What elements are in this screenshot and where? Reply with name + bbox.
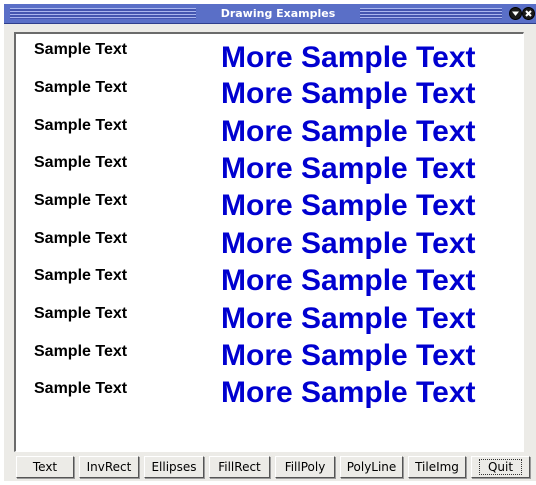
ellipses-button[interactable]: Ellipses <box>144 456 204 478</box>
sample-text: Sample Text <box>34 192 128 209</box>
sample-text: Sample Text <box>34 154 128 171</box>
sample-text: Sample Text <box>34 267 128 284</box>
sample-text: Sample Text <box>34 41 128 58</box>
close-icon[interactable] <box>522 7 535 20</box>
tileimg-button[interactable]: TileImg <box>408 456 466 478</box>
more-sample-text: More Sample Text <box>221 77 476 110</box>
more-sample-text: More Sample Text <box>221 302 476 335</box>
sample-text: Sample Text <box>34 117 128 134</box>
more-sample-text: More Sample Text <box>221 376 476 409</box>
title-bar-stripes-right <box>360 8 502 19</box>
sample-text: Sample Text <box>34 380 128 397</box>
text-button[interactable]: Text <box>16 456 74 478</box>
quit-button[interactable]: Quit <box>471 456 530 478</box>
more-sample-text: More Sample Text <box>221 227 476 260</box>
polyline-button[interactable]: PolyLine <box>340 456 403 478</box>
quit-button-label: Quit <box>478 459 523 475</box>
drawing-examples-window: Drawing Examples Sample Text More Sample… <box>4 4 536 481</box>
more-sample-text: More Sample Text <box>221 115 476 148</box>
window-title: Drawing Examples <box>220 7 336 20</box>
title-bar[interactable]: Drawing Examples <box>4 4 536 24</box>
fillrect-button[interactable]: FillRect <box>209 456 270 478</box>
page: Drawing Examples Sample Text More Sample… <box>0 0 536 485</box>
shade-down-icon[interactable] <box>509 7 522 20</box>
invrect-button[interactable]: InvRect <box>79 456 139 478</box>
more-sample-text: More Sample Text <box>221 189 476 222</box>
sample-text: Sample Text <box>34 230 128 247</box>
sample-text: Sample Text <box>34 305 128 322</box>
title-bar-stripes-left <box>10 8 196 19</box>
sample-text: Sample Text <box>34 343 128 360</box>
fillpoly-button[interactable]: FillPoly <box>275 456 335 478</box>
more-sample-text: More Sample Text <box>221 152 476 185</box>
more-sample-text: More Sample Text <box>221 339 476 372</box>
more-sample-text: More Sample Text <box>221 264 476 297</box>
button-bar: Text InvRect Ellipses FillRect FillPoly … <box>16 456 532 480</box>
more-sample-text: More Sample Text <box>221 41 476 74</box>
drawing-canvas[interactable]: Sample Text More Sample Text Sample Text… <box>14 32 524 452</box>
sample-text: Sample Text <box>34 79 128 96</box>
